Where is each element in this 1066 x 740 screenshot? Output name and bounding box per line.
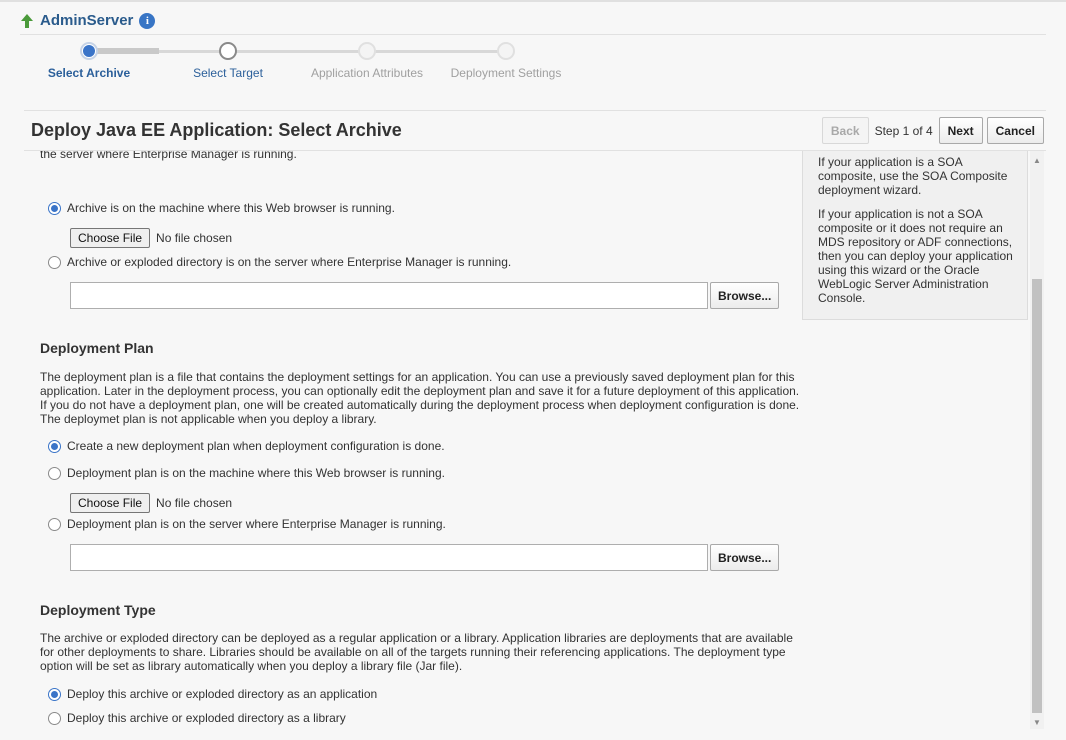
help-text-non-soa: If your application is not a SOA composi… <box>818 207 1013 305</box>
type-library-option[interactable]: Deploy this archive or exploded director… <box>48 711 346 725</box>
plan-create-radio[interactable] <box>48 439 61 453</box>
breadcrumb-title[interactable]: AdminServer <box>40 12 133 29</box>
help-text-soa: If your application is a SOA composite, … <box>818 155 1008 197</box>
train-stop-application-attributes <box>358 42 376 60</box>
plan-server-option[interactable]: Deployment plan is on the server where E… <box>48 517 446 531</box>
breadcrumb: AdminServer i <box>20 12 156 29</box>
archive-no-file-text: No file chosen <box>156 231 233 245</box>
train-segment <box>228 50 367 53</box>
archive-file-picker: Choose File No file chosen <box>70 228 232 248</box>
step-indicator: Step 1 of 4 <box>874 123 933 138</box>
divider <box>24 110 1046 111</box>
divider <box>20 34 1046 35</box>
next-button[interactable]: Next <box>938 117 983 144</box>
type-application-radio[interactable] <box>48 687 61 701</box>
train-segment <box>367 50 506 53</box>
archive-choose-file-button[interactable]: Choose File <box>70 228 151 248</box>
scrollbar-thumb[interactable] <box>1032 279 1042 713</box>
window-top-border <box>0 0 1066 2</box>
train-label-application-attributes: Application Attributes <box>310 66 424 80</box>
train-segment <box>159 50 227 53</box>
scroll-up-icon[interactable]: ▲ <box>1030 153 1044 167</box>
train-stop-deployment-settings <box>497 42 515 60</box>
plan-file-picker: Choose File No file chosen <box>70 493 232 513</box>
cancel-button[interactable]: Cancel <box>986 117 1044 144</box>
page-title: Deploy Java EE Application: Select Archi… <box>31 120 402 140</box>
wizard-nav: Back Step 1 of 4 Next Cancel <box>821 117 1044 144</box>
plan-local-label: Deployment plan is on the machine where … <box>67 466 445 480</box>
deployment-plan-description: The deployment plan is a file that conta… <box>40 370 800 426</box>
plan-server-radio[interactable] <box>48 517 61 531</box>
info-icon[interactable]: i <box>139 12 156 29</box>
type-application-option[interactable]: Deploy this archive or exploded director… <box>48 687 377 701</box>
deployment-type-description: The archive or exploded directory can be… <box>40 631 793 673</box>
archive-server-label: Archive or exploded directory is on the … <box>67 255 512 269</box>
archive-path-input[interactable] <box>70 282 708 309</box>
train-stop-select-target[interactable] <box>219 42 237 60</box>
wizard-train: Select Archive Select Target Application… <box>0 38 700 88</box>
archive-local-radio[interactable] <box>48 201 61 215</box>
type-library-radio[interactable] <box>48 711 61 725</box>
train-label-select-target[interactable]: Select Target <box>158 66 298 80</box>
archive-browse-button[interactable]: Browse... <box>710 282 780 309</box>
plan-create-label: Create a new deployment plan when deploy… <box>67 439 445 453</box>
type-library-label: Deploy this archive or exploded director… <box>67 711 346 725</box>
up-arrow-icon[interactable] <box>20 13 34 29</box>
deployment-type-heading: Deployment Type <box>40 602 156 618</box>
scroll-down-icon[interactable]: ▼ <box>1030 715 1044 729</box>
plan-server-label: Deployment plan is on the server where E… <box>67 517 446 531</box>
archive-server-radio[interactable] <box>48 255 61 269</box>
back-button[interactable]: Back <box>821 117 869 144</box>
plan-choose-file-button[interactable]: Choose File <box>70 493 151 513</box>
plan-no-file-text: No file chosen <box>156 496 233 510</box>
help-panel: If your application is a SOA composite, … <box>802 151 1028 320</box>
train-segment-done <box>89 48 159 54</box>
plan-browse-button[interactable]: Browse... <box>710 544 780 571</box>
archive-local-option[interactable]: Archive is on the machine where this Web… <box>48 201 395 215</box>
archive-server-option[interactable]: Archive or exploded directory is on the … <box>48 255 511 269</box>
train-label-deployment-settings: Deployment Settings <box>450 66 562 80</box>
plan-path-input[interactable] <box>70 544 708 571</box>
archive-intro-text: the server where Enterprise Manager is r… <box>40 151 297 161</box>
vertical-scrollbar[interactable]: ▲ ▼ <box>1030 151 1044 729</box>
train-label-select-archive: Select Archive <box>47 66 131 80</box>
train-stop-select-archive <box>80 42 98 60</box>
plan-create-option[interactable]: Create a new deployment plan when deploy… <box>48 439 445 453</box>
deployment-plan-heading: Deployment Plan <box>40 340 154 356</box>
plan-local-option[interactable]: Deployment plan is on the machine where … <box>48 466 445 480</box>
content-scroll-area[interactable]: the server where Enterprise Manager is r… <box>0 151 1044 740</box>
archive-local-label: Archive is on the machine where this Web… <box>67 201 395 215</box>
plan-local-radio[interactable] <box>48 466 61 480</box>
type-application-label: Deploy this archive or exploded director… <box>67 687 378 701</box>
